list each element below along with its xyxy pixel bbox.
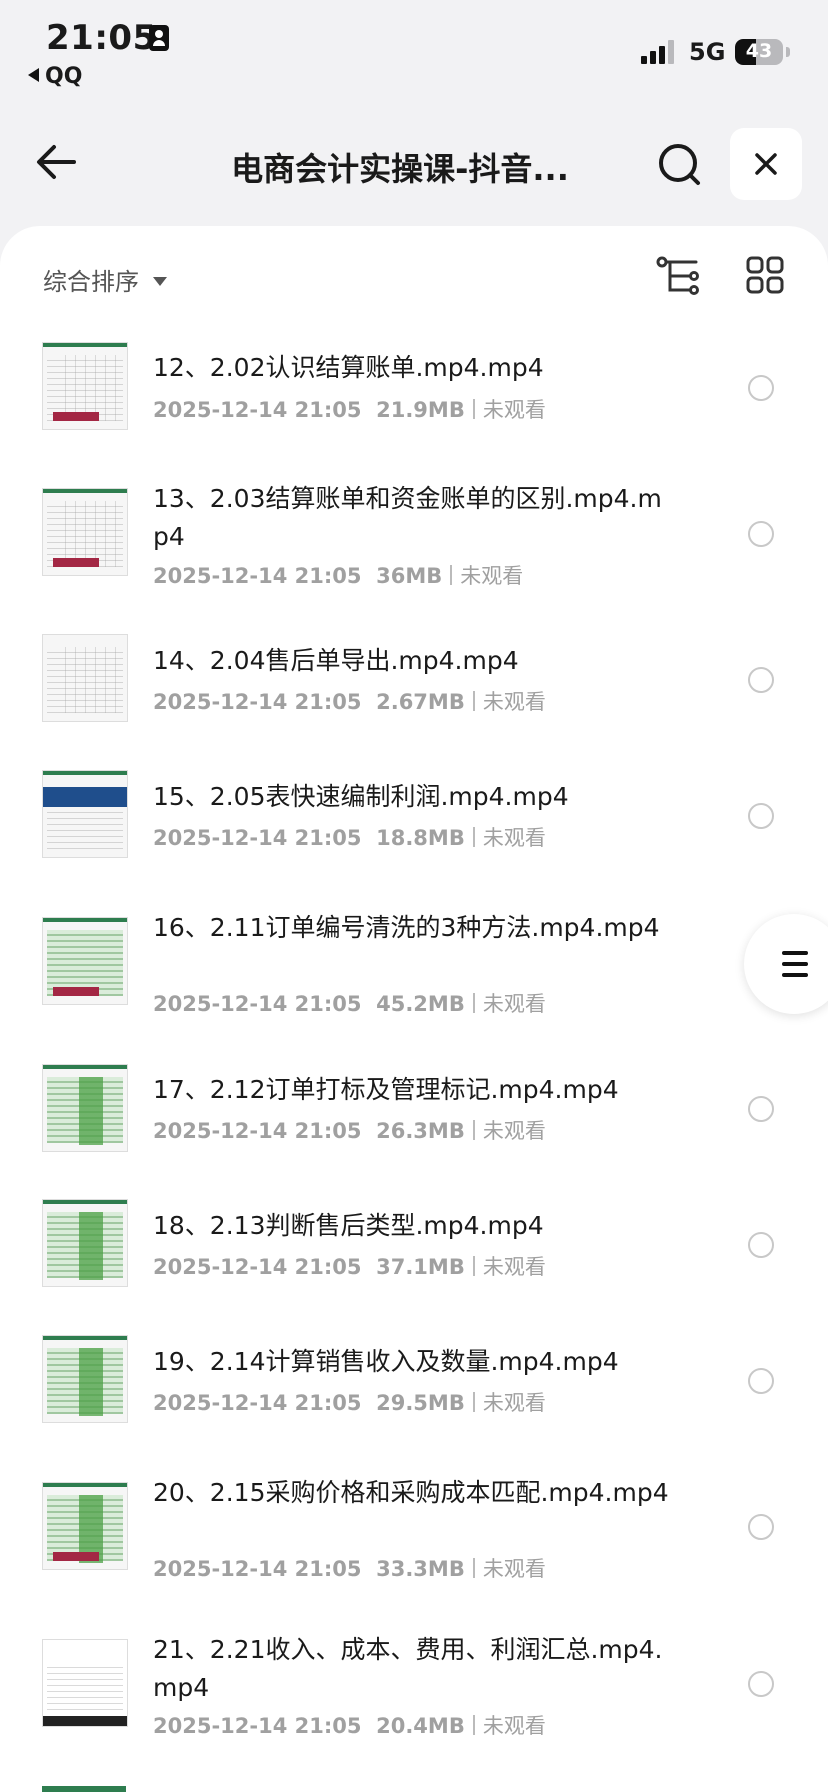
file-date: 2025-12-14 21:05 bbox=[153, 398, 362, 422]
battery-icon: 43 bbox=[735, 39, 783, 65]
select-radio[interactable] bbox=[748, 1671, 774, 1697]
battery-cap bbox=[786, 47, 790, 57]
file-meta: 2025-12-14 21:05 45.2MB 未观看 bbox=[153, 988, 546, 1018]
select-radio[interactable] bbox=[748, 667, 774, 693]
file-name: 17、2.12订单打标及管理标记.mp4.mp4 bbox=[153, 1075, 619, 1104]
watch-status: 未观看 bbox=[482, 1119, 546, 1143]
file-size: 26.3MB bbox=[376, 1119, 465, 1143]
file-date: 2025-12-14 21:05 bbox=[153, 1391, 362, 1415]
video-thumbnail bbox=[42, 770, 128, 858]
tree-view-icon[interactable] bbox=[656, 256, 700, 296]
file-date: 2025-12-14 21:05 bbox=[153, 564, 362, 588]
video-thumbnail bbox=[42, 342, 128, 430]
file-date: 2025-12-14 21:05 bbox=[153, 1714, 362, 1738]
back-triangle-icon bbox=[28, 68, 39, 82]
select-radio[interactable] bbox=[748, 1232, 774, 1258]
watch-status: 未观看 bbox=[482, 992, 546, 1016]
signal-icon bbox=[641, 40, 677, 64]
file-name: 13、2.03结算账单和资金账单的区别.mp4.mp4 bbox=[153, 484, 662, 551]
file-name: 18、2.13判断售后类型.mp4.mp4 bbox=[153, 1211, 544, 1240]
file-size: 18.8MB bbox=[376, 826, 465, 850]
watch-status: 未观看 bbox=[482, 826, 546, 850]
close-button[interactable] bbox=[730, 128, 802, 200]
file-size: 36MB bbox=[376, 564, 443, 588]
status-time: 21:05 bbox=[46, 18, 157, 58]
watch-status: 未观看 bbox=[482, 690, 546, 714]
file-name: 20、2.15采购价格和采购成本匹配.mp4.mp4 bbox=[153, 1478, 669, 1507]
video-thumbnail-partial bbox=[42, 1786, 126, 1792]
video-thumbnail bbox=[42, 1639, 128, 1727]
file-date: 2025-12-14 21:05 bbox=[153, 690, 362, 714]
select-radio[interactable] bbox=[748, 803, 774, 829]
file-name: 19、2.14计算销售收入及数量.mp4.mp4 bbox=[153, 1347, 619, 1376]
select-radio[interactable] bbox=[748, 1514, 774, 1540]
file-meta: 2025-12-14 21:05 2.67MB 未观看 bbox=[153, 686, 546, 716]
file-date: 2025-12-14 21:05 bbox=[153, 992, 362, 1016]
back-to-app-link[interactable]: QQ bbox=[28, 64, 82, 89]
file-date: 2025-12-14 21:05 bbox=[153, 1255, 362, 1279]
page-title: 电商会计实操课-抖音... bbox=[231, 150, 569, 188]
watch-status: 未观看 bbox=[482, 1714, 546, 1738]
file-size: 33.3MB bbox=[376, 1557, 465, 1581]
select-radio[interactable] bbox=[748, 1096, 774, 1122]
video-thumbnail bbox=[42, 1335, 128, 1423]
back-app-label: QQ bbox=[45, 64, 83, 89]
file-name: 16、2.11订单编号清洗的3种方法.mp4.mp4 bbox=[153, 913, 660, 942]
file-size: 20.4MB bbox=[376, 1714, 465, 1738]
file-meta: 2025-12-14 21:05 33.3MB 未观看 bbox=[153, 1553, 546, 1583]
file-name: 15、2.05表快速编制利润.mp4.mp4 bbox=[153, 782, 569, 811]
file-size: 29.5MB bbox=[376, 1391, 465, 1415]
file-meta: 2025-12-14 21:05 26.3MB 未观看 bbox=[153, 1115, 546, 1145]
select-radio[interactable] bbox=[748, 375, 774, 401]
file-meta: 2025-12-14 21:05 18.8MB 未观看 bbox=[153, 822, 546, 852]
file-meta: 2025-12-14 21:05 21.9MB 未观看 bbox=[153, 394, 546, 424]
file-size: 45.2MB bbox=[376, 992, 465, 1016]
status-bar: 21:05 QQ 5G 43 bbox=[0, 0, 828, 100]
watch-status: 未观看 bbox=[482, 1557, 546, 1581]
file-meta: 2025-12-14 21:05 36MB 未观看 bbox=[153, 560, 523, 590]
video-thumbnail bbox=[42, 917, 128, 1005]
sort-label: 综合排序 bbox=[43, 268, 139, 296]
video-thumbnail bbox=[42, 1199, 128, 1287]
file-size: 21.9MB bbox=[376, 398, 465, 422]
close-icon bbox=[755, 153, 777, 175]
select-radio[interactable] bbox=[748, 1368, 774, 1394]
search-icon[interactable] bbox=[656, 141, 704, 189]
video-thumbnail bbox=[42, 634, 128, 722]
file-name: 21、2.21收入、成本、费用、利润汇总.mp4.mp4 bbox=[153, 1635, 663, 1702]
file-size: 37.1MB bbox=[376, 1255, 465, 1279]
file-date: 2025-12-14 21:05 bbox=[153, 1119, 362, 1143]
grid-view-icon[interactable] bbox=[746, 256, 784, 294]
file-name: 12、2.02认识结算账单.mp4.mp4 bbox=[153, 353, 544, 382]
file-size: 2.67MB bbox=[376, 690, 465, 714]
watch-status: 未观看 bbox=[482, 1391, 546, 1415]
watch-status: 未观看 bbox=[482, 1255, 546, 1279]
video-thumbnail bbox=[42, 1482, 128, 1570]
file-date: 2025-12-14 21:05 bbox=[153, 1557, 362, 1581]
battery-level: 43 bbox=[745, 40, 773, 62]
select-radio[interactable] bbox=[748, 521, 774, 547]
watch-status: 未观看 bbox=[482, 398, 546, 422]
file-date: 2025-12-14 21:05 bbox=[153, 826, 362, 850]
video-thumbnail bbox=[42, 1064, 128, 1152]
watch-status: 未观看 bbox=[460, 564, 524, 588]
file-name: 14、2.04售后单导出.mp4.mp4 bbox=[153, 646, 519, 675]
file-meta: 2025-12-14 21:05 29.5MB 未观看 bbox=[153, 1387, 546, 1417]
network-type: 5G bbox=[689, 38, 726, 66]
file-meta: 2025-12-14 21:05 37.1MB 未观看 bbox=[153, 1251, 546, 1281]
chevron-down-icon bbox=[153, 277, 167, 286]
focus-mode-icon bbox=[149, 25, 169, 51]
file-meta: 2025-12-14 21:05 20.4MB 未观看 bbox=[153, 1710, 546, 1740]
sort-dropdown[interactable]: 综合排序 bbox=[43, 262, 167, 297]
video-thumbnail bbox=[42, 488, 128, 576]
back-arrow-icon[interactable] bbox=[34, 140, 78, 184]
